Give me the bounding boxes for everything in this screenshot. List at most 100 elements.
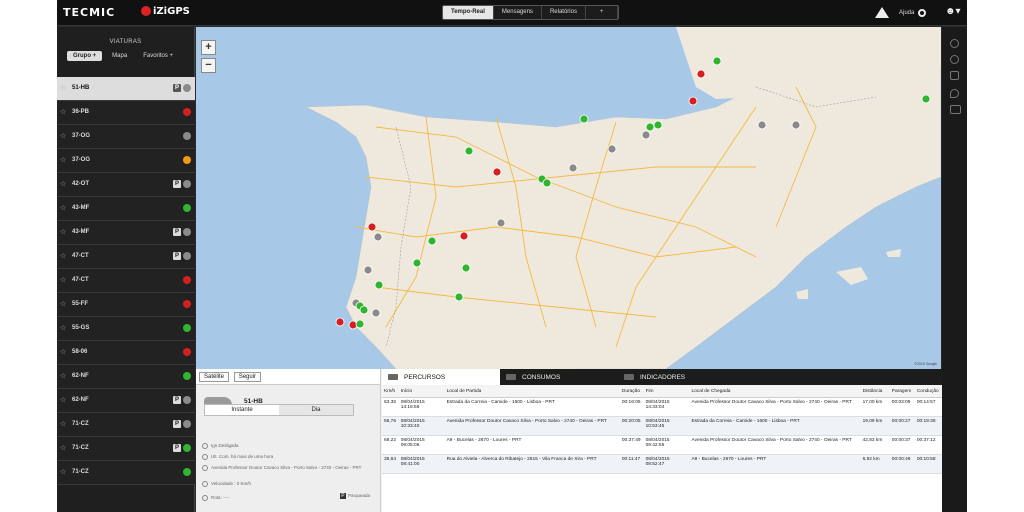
vehicle-list-item[interactable]: ☆ 47-CT P [57,245,195,269]
vehicle-marker[interactable] [688,96,698,106]
vehicle-list-item[interactable]: ☆ 71-CZ [57,461,195,485]
star-icon[interactable]: ☆ [60,444,66,452]
column-header[interactable]: Paragem [889,386,915,398]
star-icon[interactable]: ☆ [60,132,66,140]
tab-favoritos[interactable]: Favoritos + [137,51,179,61]
tab-instante[interactable]: Instante [205,405,279,415]
vehicle-list-item[interactable]: ☆ 62-NF P [57,389,195,413]
satellite-button[interactable]: Satélite [199,372,230,382]
column-header[interactable]: Distância [860,386,890,398]
vehicle-list-item[interactable]: ☆ 36-PB [57,101,195,125]
alert-icon[interactable] [875,7,889,18]
help-icon[interactable] [918,8,927,17]
help-link[interactable]: Ajuda [899,10,914,16]
tab-relatorios[interactable]: Relatórios [541,6,586,19]
column-header[interactable]: Condução [914,386,942,398]
vehicle-marker[interactable] [607,144,617,154]
table-row[interactable]: 56,76 08/04/2015 10:33:40 Avenida Professo… [382,416,942,436]
vehicle-marker[interactable] [374,280,384,290]
star-icon[interactable]: ☆ [60,108,66,116]
vehicle-marker[interactable] [492,167,502,177]
star-icon[interactable]: ☆ [60,84,66,92]
table-row[interactable]: 68,22 08/04/2015 09:05:06 A9 - Bucelas - 2… [382,435,942,455]
tab-mensagens[interactable]: Mensagens [493,6,542,19]
star-icon[interactable]: ☆ [60,324,66,332]
column-header[interactable]: Local de Partida [444,386,620,398]
vehicle-marker[interactable] [461,263,471,273]
vehicle-marker[interactable] [373,232,383,242]
star-icon[interactable]: ☆ [60,348,66,356]
star-icon[interactable]: ☆ [60,156,66,164]
vehicle-marker[interactable] [641,130,651,140]
table-row[interactable]: 35,64 08/04/2015 08:41:00 Rua do Alviela -… [382,454,942,474]
vehicle-marker[interactable] [921,94,931,104]
vehicle-list-item[interactable]: ☆ 43-MF [57,197,195,221]
star-icon[interactable]: ☆ [60,396,66,404]
vehicle-list-item[interactable]: ☆ 58-06 [57,341,195,365]
vehicle-list-item[interactable]: ☆ 37-OG [57,125,195,149]
tab-indicadores[interactable]: INDICADORES [618,369,736,385]
vehicle-list-item[interactable]: ☆ 47-CT [57,269,195,293]
vehicle-list-item[interactable]: ☆ 71-CZ P [57,437,195,461]
vehicle-marker[interactable] [464,146,474,156]
vehicle-list-item[interactable]: ☆ 43-MF P [57,221,195,245]
zoom-out-button[interactable]: − [201,58,216,73]
vehicle-marker[interactable] [459,231,469,241]
vehicle-list-item[interactable]: ☆ 71-CZ P [57,413,195,437]
column-header[interactable]: Km/h [382,386,399,398]
vehicle-marker[interactable] [355,319,365,329]
star-icon[interactable]: ☆ [60,252,66,260]
column-header[interactable]: Local de Chegada [689,386,861,398]
tab-dia[interactable]: Dia [279,405,353,415]
vehicle-marker[interactable] [568,163,578,173]
star-icon[interactable]: ☆ [60,180,66,188]
vehicle-list-item[interactable]: ☆ 51-HB P [57,77,195,101]
star-icon[interactable]: ☆ [60,420,66,428]
vehicle-list-item[interactable]: ☆ 62-NF [57,365,195,389]
vehicle-marker[interactable] [757,120,767,130]
tab-grupo[interactable]: Grupo + [67,51,103,61]
vehicle-marker[interactable] [363,265,373,275]
vehicle-marker[interactable] [645,122,655,132]
vehicle-marker[interactable] [427,236,437,246]
map-view[interactable]: + − ©2015 Google [196,27,941,369]
vehicle-list-item[interactable]: ☆ 42-OT P [57,173,195,197]
follow-button[interactable]: Seguir [233,372,262,382]
tab-add[interactable]: + [585,6,619,19]
vehicle-marker[interactable] [542,178,552,188]
vehicle-marker[interactable] [412,258,422,268]
vehicle-marker[interactable] [371,308,381,318]
vehicle-marker[interactable] [712,56,722,66]
globe-icon[interactable] [950,55,959,64]
column-header[interactable]: Início [398,386,445,398]
location-pin-icon[interactable] [950,89,959,98]
vehicle-marker[interactable] [367,222,377,232]
tab-consumos[interactable]: CONSUMOS [500,369,618,385]
layers-icon[interactable] [950,71,959,80]
vehicle-list-item[interactable]: ☆ 55-FF [57,293,195,317]
tab-tempo-real[interactable]: Tempo-Real [443,6,494,19]
column-header[interactable]: Duração [619,386,644,398]
zoom-in-button[interactable]: + [201,40,216,55]
vehicle-list-item[interactable]: ☆ 37-OG [57,149,195,173]
truck-icon[interactable] [950,105,961,114]
star-icon[interactable]: ☆ [60,276,66,284]
star-icon[interactable]: ☆ [60,204,66,212]
star-icon[interactable]: ☆ [60,228,66,236]
search-icon[interactable] [950,39,959,48]
tab-mapa[interactable]: Mapa [106,51,133,61]
star-icon[interactable]: ☆ [60,372,66,380]
vehicle-marker[interactable] [335,317,345,327]
vehicle-marker[interactable] [791,120,801,130]
user-menu-icon[interactable]: ☻▾ [945,6,961,17]
star-icon[interactable]: ☆ [60,300,66,308]
vehicle-list-item[interactable]: ☆ 55-GS [57,317,195,341]
vehicle-marker[interactable] [359,305,369,315]
tab-percursos[interactable]: PERCURSOS [382,369,500,385]
vehicle-marker[interactable] [653,120,663,130]
star-icon[interactable]: ☆ [60,468,66,476]
vehicle-marker[interactable] [454,292,464,302]
vehicle-marker[interactable] [579,114,589,124]
table-row[interactable]: 63,35 08/04/2015 14:16:58 Estrada da Corre… [382,397,942,417]
column-header[interactable]: Fim [643,386,690,398]
